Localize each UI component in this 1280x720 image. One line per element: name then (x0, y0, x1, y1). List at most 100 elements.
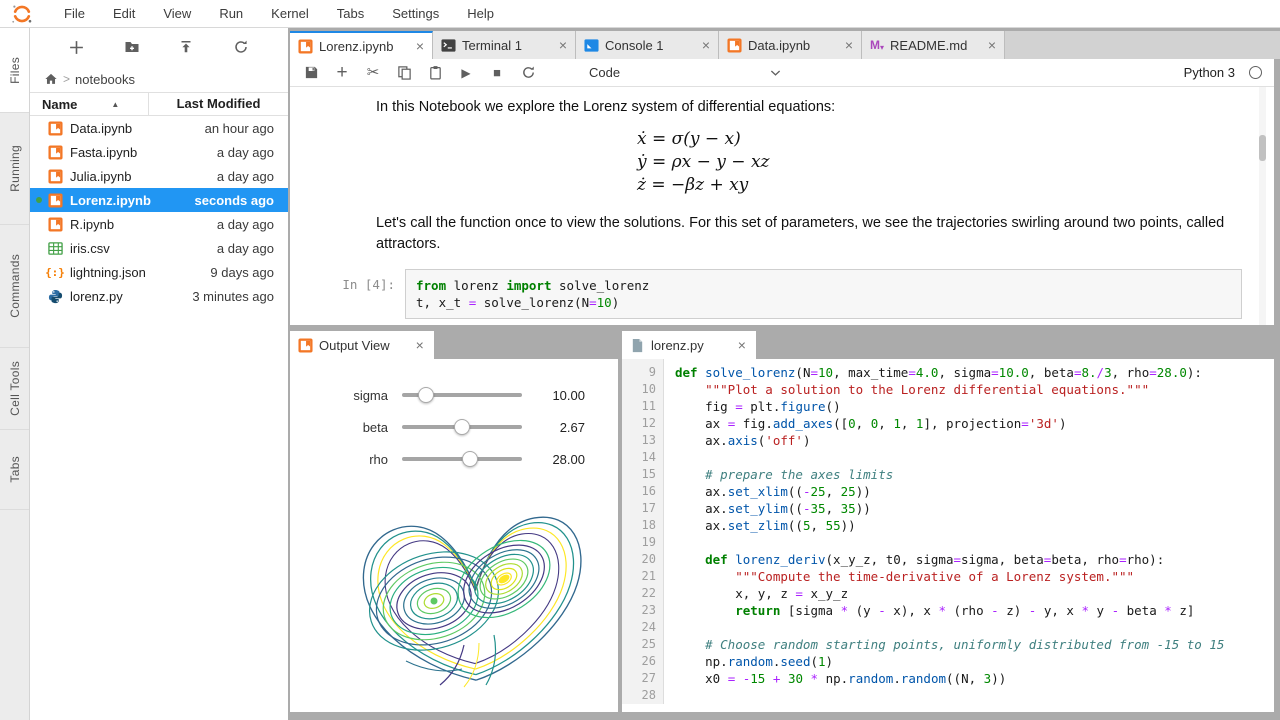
line-number: 19 (622, 534, 656, 551)
stop-kernel-button[interactable]: ■ (489, 64, 505, 82)
tab-label: Terminal 1 (462, 38, 522, 53)
menu-item-kernel[interactable]: Kernel (257, 0, 323, 27)
slider-track-rho[interactable] (402, 457, 522, 461)
main-tab-data-ipynb[interactable]: Data.ipynb× (719, 31, 862, 59)
tab-lorenz-py[interactable]: lorenz.py × (622, 331, 756, 359)
slider-thumb-rho[interactable] (462, 451, 478, 467)
paste-cells-button[interactable] (427, 64, 443, 82)
close-icon[interactable]: × (837, 37, 853, 53)
home-icon[interactable] (44, 72, 58, 86)
code-line: ax.set_ylim((-35, 35)) (675, 500, 1274, 517)
slider-thumb-beta[interactable] (454, 419, 470, 435)
file-browser-toolbar (30, 28, 288, 66)
file-modified: a day ago (217, 217, 274, 232)
output-view-tab-bar: Output View × (290, 331, 618, 359)
sidebar-tab-commands[interactable]: Commands (0, 225, 29, 348)
line-number: 26 (622, 653, 656, 670)
file-row-iris-csv[interactable]: iris.csva day ago (30, 236, 288, 260)
close-icon[interactable]: × (551, 37, 567, 53)
sidebar-tab-tabs[interactable]: Tabs (0, 430, 29, 510)
menu-item-file[interactable]: File (50, 0, 99, 27)
notebook-icon (298, 39, 313, 54)
menu-item-view[interactable]: View (149, 0, 205, 27)
menu-item-help[interactable]: Help (453, 0, 508, 27)
close-icon[interactable]: × (730, 337, 746, 353)
kernel-name[interactable]: Python 3 (1184, 65, 1235, 80)
cut-cells-button[interactable]: ✂ (365, 64, 381, 82)
file-row-data-ipynb[interactable]: Data.ipynban hour ago (30, 116, 288, 140)
refresh-file-list-button[interactable] (227, 34, 255, 60)
editor-panel: lorenz.py × 8910111213141516171819202122… (622, 331, 1274, 712)
file-row-fasta-ipynb[interactable]: Fasta.ipynba day ago (30, 140, 288, 164)
file-browser: > notebooks Name ▲ Last Modified Data.ip… (30, 28, 288, 720)
console-icon (584, 38, 599, 53)
editor-tab-bar: lorenz.py × (622, 331, 1274, 359)
code-cell-editor[interactable]: from lorenz import solve_lorenzt, x_t = … (405, 269, 1242, 319)
breadcrumb: > notebooks (30, 66, 288, 92)
code-cell[interactable]: In [4]: from lorenz import solve_lorenzt… (290, 269, 1274, 319)
tab-label: Console 1 (605, 38, 664, 53)
file-row-julia-ipynb[interactable]: Julia.ipynba day ago (30, 164, 288, 188)
slider-track-sigma[interactable] (402, 393, 522, 397)
file-row-lorenz-ipynb[interactable]: Lorenz.ipynbseconds ago (30, 188, 288, 212)
slider-label: beta (300, 420, 388, 435)
running-kernel-dot (36, 245, 42, 251)
close-icon[interactable]: × (408, 38, 424, 54)
sidebar-tab-cell-tools[interactable]: Cell Tools (0, 348, 29, 430)
dock-area: Lorenz.ipynb×Terminal 1×Console 1×Data.i… (288, 28, 1280, 720)
code-line: fig = plt.figure() (675, 398, 1274, 415)
breadcrumb-folder[interactable]: notebooks (75, 72, 135, 87)
save-button[interactable] (303, 64, 319, 82)
run-cell-button[interactable]: ▶ (458, 64, 474, 82)
close-icon[interactable]: × (694, 37, 710, 53)
slider-group: sigma10.00beta2.67rho28.00 (290, 379, 618, 475)
scrollbar-thumb[interactable] (1259, 135, 1266, 161)
menu-item-tabs[interactable]: Tabs (323, 0, 378, 27)
menu-item-edit[interactable]: Edit (99, 0, 149, 27)
file-name: Julia.ipynb (70, 169, 217, 184)
main-tab-lorenz-ipynb[interactable]: Lorenz.ipynb× (290, 31, 433, 59)
sidebar-tab-running[interactable]: Running (0, 113, 29, 225)
slider-thumb-sigma[interactable] (418, 387, 434, 403)
file-modified: a day ago (217, 241, 274, 256)
new-launcher-button[interactable] (63, 34, 91, 60)
main-tab-readme-md[interactable]: M▾README.md× (862, 31, 1005, 59)
output-view-body: sigma10.00beta2.67rho28.00 (290, 359, 618, 712)
tab-output-view[interactable]: Output View × (290, 331, 434, 359)
sidebar-tab-label: Commands (8, 254, 22, 318)
main-tab-console-1[interactable]: Console 1 × (576, 31, 719, 59)
file-row-lightning-json[interactable]: {:}lightning.json9 days ago (30, 260, 288, 284)
code-line: """Compute the time-derivative of a Lore… (675, 568, 1274, 585)
add-cell-button[interactable]: + (334, 64, 350, 82)
markdown-cell[interactable]: In this Notebook we explore the Lorenz s… (376, 97, 1274, 118)
code-area[interactable]: def solve_lorenz(N=10, max_time=4.0, sig… (664, 359, 1274, 704)
code-line: ax.set_xlim((-25, 25)) (675, 483, 1274, 500)
markdown-cell[interactable]: Let's call the function once to view the… (376, 213, 1226, 255)
column-last-modified[interactable]: Last Modified (148, 93, 288, 115)
column-name[interactable]: Name ▲ (30, 97, 148, 112)
copy-cells-button[interactable] (396, 64, 412, 82)
lorenz-attractor-image (346, 493, 596, 693)
upload-button[interactable] (172, 34, 200, 60)
close-icon[interactable]: × (980, 37, 996, 53)
slider-value: 2.67 (560, 420, 585, 435)
line-number: 21 (622, 568, 656, 585)
cell-type-dropdown[interactable]: Code (579, 62, 791, 84)
running-kernel-dot (36, 125, 42, 131)
sidebar-tab-files[interactable]: Files (0, 28, 29, 113)
new-folder-button[interactable] (118, 34, 146, 60)
close-icon[interactable]: × (408, 337, 424, 353)
file-row-r-ipynb[interactable]: R.ipynba day ago (30, 212, 288, 236)
file-row-lorenz-py[interactable]: lorenz.py3 minutes ago (30, 284, 288, 308)
line-number: 28 (622, 687, 656, 704)
menu-item-settings[interactable]: Settings (378, 0, 453, 27)
line-number: 25 (622, 636, 656, 653)
menu-item-run[interactable]: Run (205, 0, 257, 27)
main-tab-terminal-1[interactable]: Terminal 1 × (433, 31, 576, 59)
slider-track-beta[interactable] (402, 425, 522, 429)
notebook-scrollbar[interactable] (1259, 87, 1266, 325)
restart-kernel-button[interactable] (520, 64, 536, 82)
sidebar-tab-label: Running (8, 145, 22, 192)
code-editor[interactable]: 8910111213141516171819202122232425262728… (622, 359, 1274, 704)
kernel-status-idle-icon[interactable] (1249, 66, 1262, 79)
